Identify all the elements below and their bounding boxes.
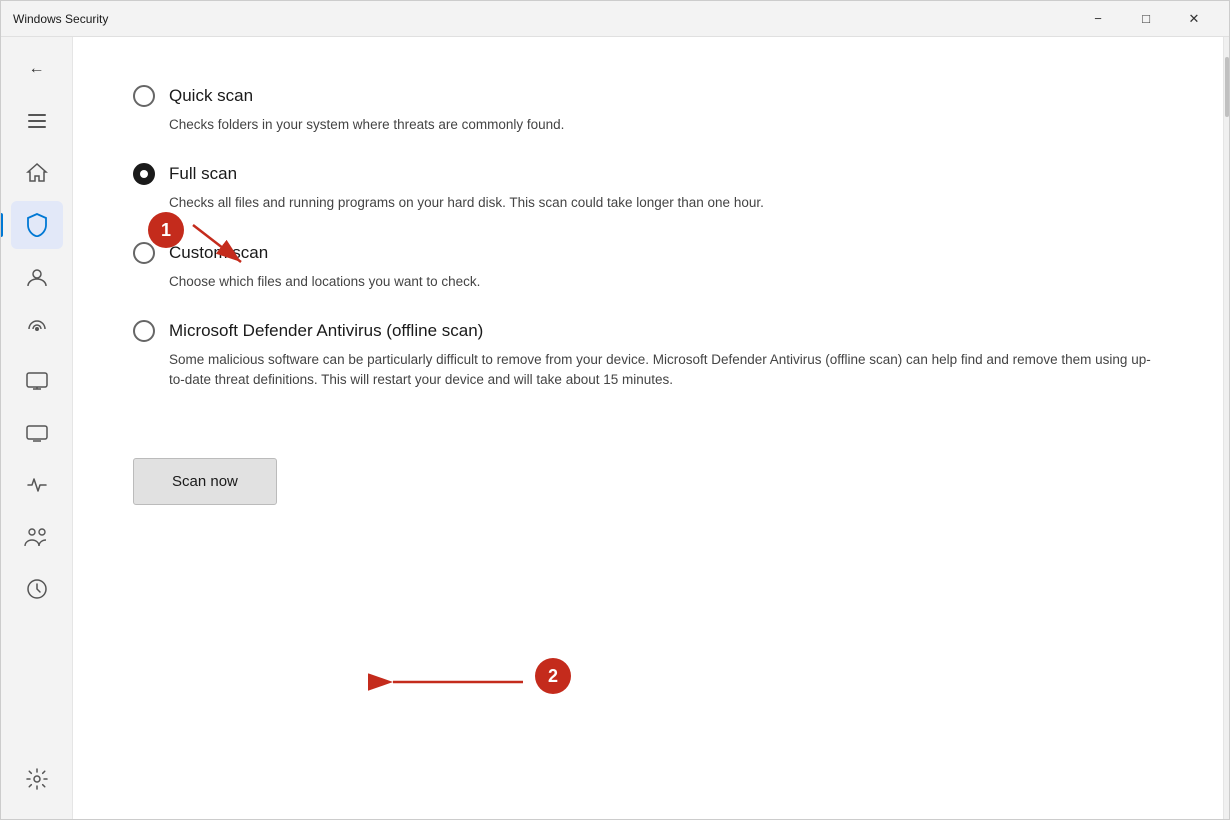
app-body: ← (1, 37, 1229, 819)
sidebar: ← (1, 37, 73, 819)
scrollbar-track[interactable] (1223, 37, 1229, 819)
minimize-button[interactable]: − (1075, 3, 1121, 35)
offline-scan-header: Microsoft Defender Antivirus (offline sc… (133, 320, 1163, 342)
sidebar-item-family[interactable] (11, 513, 63, 561)
offline-scan-label: Microsoft Defender Antivirus (offline sc… (169, 321, 483, 341)
quick-scan-option: Quick scan Checks folders in your system… (133, 85, 1163, 135)
quick-scan-radio[interactable] (133, 85, 155, 107)
sidebar-item-settings[interactable] (11, 755, 63, 803)
scan-now-button[interactable]: Scan now (133, 458, 277, 505)
quick-scan-label: Quick scan (169, 86, 253, 106)
sidebar-item-network[interactable] (11, 305, 63, 353)
custom-scan-description: Choose which files and locations you wan… (169, 272, 1163, 292)
offline-scan-radio[interactable] (133, 320, 155, 342)
scrollbar-thumb (1225, 57, 1229, 117)
full-scan-label: Full scan (169, 164, 237, 184)
sidebar-item-device[interactable] (11, 409, 63, 457)
offline-scan-description: Some malicious software can be particula… (169, 350, 1163, 391)
offline-scan-option: Microsoft Defender Antivirus (offline sc… (133, 320, 1163, 391)
sidebar-item-app[interactable] (11, 357, 63, 405)
custom-scan-label: Custom scan (169, 243, 268, 263)
sidebar-item-back[interactable]: ← (11, 45, 63, 93)
full-scan-radio[interactable] (133, 163, 155, 185)
sidebar-item-home[interactable] (11, 149, 63, 197)
full-scan-radio-inner (140, 170, 148, 178)
custom-scan-option: Custom scan Choose which files and locat… (133, 242, 1163, 292)
sidebar-item-account[interactable] (11, 253, 63, 301)
custom-scan-header: Custom scan (133, 242, 1163, 264)
maximize-button[interactable]: □ (1123, 3, 1169, 35)
title-bar-controls: − □ ✕ (1075, 3, 1217, 35)
sidebar-item-history[interactable] (11, 565, 63, 613)
window: Windows Security − □ ✕ ← (0, 0, 1230, 820)
quick-scan-header: Quick scan (133, 85, 1163, 107)
title-bar: Windows Security − □ ✕ (1, 1, 1229, 37)
quick-scan-description: Checks folders in your system where thre… (169, 115, 1163, 135)
full-scan-option: Full scan Checks all files and running p… (133, 163, 1163, 213)
sidebar-item-health[interactable] (11, 461, 63, 509)
custom-scan-radio[interactable] (133, 242, 155, 264)
full-scan-header: Full scan (133, 163, 1163, 185)
sidebar-item-menu[interactable] (11, 97, 63, 145)
close-button[interactable]: ✕ (1171, 3, 1217, 35)
full-scan-description: Checks all files and running programs on… (169, 193, 1163, 213)
main-content: Quick scan Checks folders in your system… (73, 37, 1223, 819)
sidebar-item-shield[interactable] (11, 201, 63, 249)
window-title: Windows Security (13, 12, 108, 26)
sidebar-bottom (11, 755, 63, 811)
